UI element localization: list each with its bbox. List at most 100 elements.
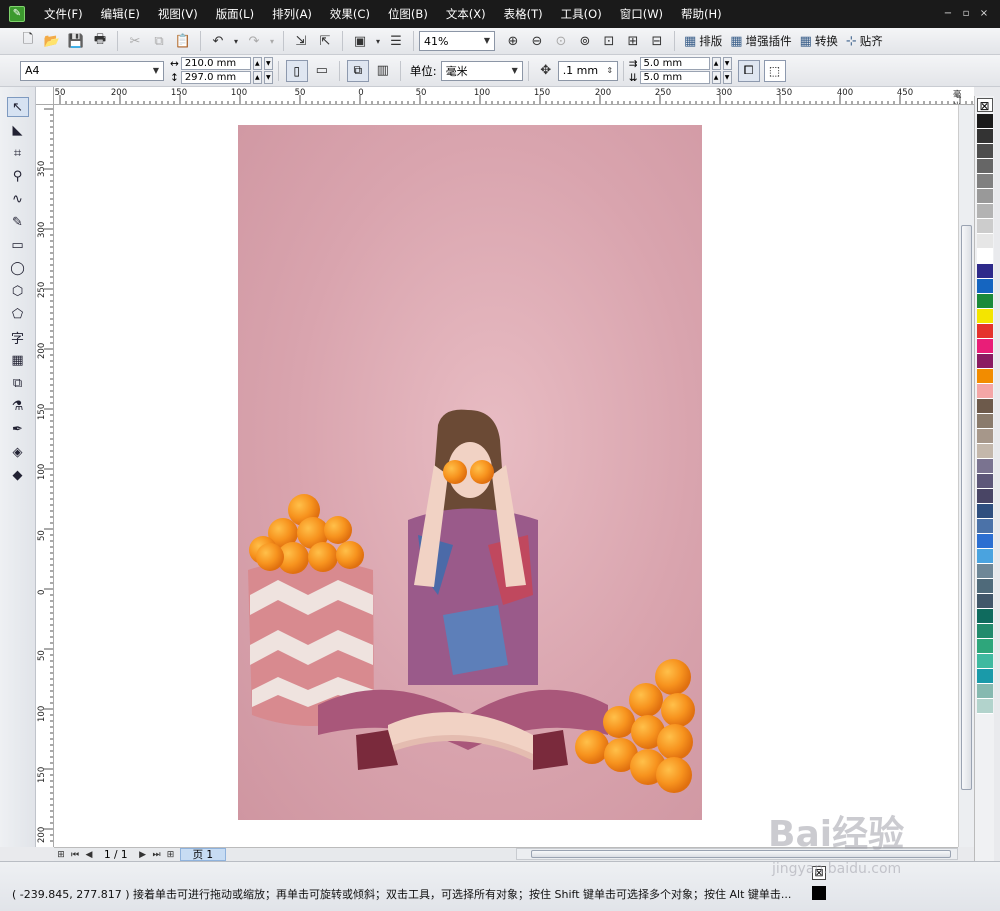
welcome-screen-icon[interactable]: ☰ xyxy=(385,30,407,52)
ruler-origin[interactable] xyxy=(36,87,54,105)
color-swatch[interactable] xyxy=(976,654,993,669)
color-swatch[interactable] xyxy=(976,354,993,369)
color-swatch[interactable] xyxy=(976,474,993,489)
color-swatch[interactable] xyxy=(976,309,993,324)
horizontal-ruler[interactable]: 50 200 150 100 50 0 50 100 150 200 250 3… xyxy=(54,87,974,105)
color-swatch[interactable] xyxy=(976,699,993,714)
color-swatch[interactable] xyxy=(976,324,993,339)
color-swatch[interactable] xyxy=(976,129,993,144)
zoom-in-icon[interactable]: ⊕ xyxy=(502,30,524,52)
no-color-swatch-icon[interactable]: ⊠ xyxy=(976,98,993,113)
zoom-width-icon[interactable]: ⊞ xyxy=(622,30,644,52)
vertical-scroll-thumb[interactable] xyxy=(961,225,972,790)
color-swatch[interactable] xyxy=(976,459,993,474)
color-swatch[interactable] xyxy=(976,249,993,264)
menu-file[interactable]: 文件(F) xyxy=(35,0,92,28)
menu-table[interactable]: 表格(T) xyxy=(495,0,552,28)
all-pages-icon[interactable]: ⧉ xyxy=(346,59,369,82)
zoom-tool-icon[interactable]: ⚲ xyxy=(7,166,29,186)
dup-x-stepper[interactable]: ▲ xyxy=(711,57,721,70)
height-stepper[interactable]: ▲ xyxy=(252,71,262,84)
zoom-level-select[interactable]: 41% ▼ xyxy=(419,31,495,51)
interactive-tool-icon[interactable]: ⧉ xyxy=(7,373,29,393)
redo-dropdown-icon[interactable]: ▾ xyxy=(267,30,277,52)
color-swatch[interactable] xyxy=(976,219,993,234)
color-swatch[interactable] xyxy=(976,414,993,429)
color-swatch[interactable] xyxy=(976,114,993,129)
add-page-after-icon[interactable]: ⊞ xyxy=(164,850,178,860)
menu-bitmaps[interactable]: 位图(B) xyxy=(379,0,437,28)
color-swatch[interactable] xyxy=(976,504,993,519)
color-swatch[interactable] xyxy=(976,579,993,594)
color-swatch[interactable] xyxy=(976,384,993,399)
launcher-dropdown-icon[interactable]: ▾ xyxy=(373,30,383,52)
new-document-icon[interactable]: 🗋 xyxy=(17,30,39,52)
zoom-out-icon[interactable]: ⊖ xyxy=(526,30,548,52)
layout-button[interactable]: ▦ 排版 xyxy=(684,33,722,49)
eyedropper-icon[interactable]: ⚗ xyxy=(7,396,29,416)
height-lock[interactable]: ▼ xyxy=(263,71,273,84)
minimize-button[interactable]: − xyxy=(942,8,954,20)
next-page-icon[interactable]: ▶ xyxy=(136,850,150,860)
color-swatch[interactable] xyxy=(976,549,993,564)
convert-button[interactable]: ▦ 转换 xyxy=(800,33,838,49)
color-swatch[interactable] xyxy=(976,534,993,549)
print-icon[interactable]: 🖶 xyxy=(89,30,111,52)
zoom-page-icon[interactable]: ⊡ xyxy=(598,30,620,52)
first-page-icon[interactable]: ⏮ xyxy=(68,850,82,860)
dup-y-stepper[interactable]: ▲ xyxy=(711,71,721,84)
color-swatch[interactable] xyxy=(976,204,993,219)
color-swatch[interactable] xyxy=(976,669,993,684)
width-lock[interactable]: ▼ xyxy=(263,57,273,70)
fill-bucket-icon[interactable]: ◈ xyxy=(7,442,29,462)
polygon-tool-icon[interactable]: ⬡ xyxy=(7,281,29,301)
placed-photo[interactable] xyxy=(238,125,702,820)
duplicate-y-input[interactable]: 5.0 mm xyxy=(639,71,710,84)
ellipse-tool-icon[interactable]: ◯ xyxy=(7,258,29,278)
vertical-ruler[interactable]: 350 300 250 200 150 100 50 0 50 100 150 … xyxy=(36,105,54,847)
menu-view[interactable]: 视图(V) xyxy=(149,0,207,28)
enhance-plugin-button[interactable]: ▦ 增强插件 xyxy=(730,33,791,49)
zoom-all-icon[interactable]: ⊚ xyxy=(574,30,596,52)
crop-tool-icon[interactable]: ⌗ xyxy=(7,143,29,163)
color-swatch[interactable] xyxy=(976,639,993,654)
application-launcher-icon[interactable]: ▣ xyxy=(349,30,371,52)
color-swatch[interactable] xyxy=(976,144,993,159)
save-icon[interactable]: 💾 xyxy=(65,30,87,52)
add-page-before-icon[interactable]: ⊞ xyxy=(54,850,68,860)
drawing-canvas[interactable] xyxy=(54,105,958,847)
undo-dropdown-icon[interactable]: ▾ xyxy=(231,30,241,52)
duplicate-x-input[interactable]: 5.0 mm xyxy=(639,57,710,70)
color-swatch[interactable] xyxy=(976,444,993,459)
zoom-height-icon[interactable]: ⊟ xyxy=(646,30,668,52)
portrait-icon[interactable]: ▯ xyxy=(285,59,308,82)
page-size-select[interactable]: A4 ▼ xyxy=(20,60,164,81)
menu-tools[interactable]: 工具(O) xyxy=(552,0,611,28)
vertical-scrollbar[interactable] xyxy=(958,105,974,847)
page-height-input[interactable]: 297.0 mm xyxy=(180,71,251,84)
undo-icon[interactable]: ↶ xyxy=(207,30,229,52)
nudge-stepper[interactable]: ⇕ xyxy=(603,62,617,80)
color-swatch[interactable] xyxy=(976,564,993,579)
selection-bounds-icon[interactable]: ⬚ xyxy=(763,59,786,82)
color-swatch[interactable] xyxy=(976,624,993,639)
outline-pen-icon[interactable]: ✒ xyxy=(7,419,29,439)
import-icon[interactable]: ⇲ xyxy=(290,30,312,52)
text-tool-icon[interactable]: 字 xyxy=(7,327,29,347)
restore-button[interactable]: ▫ xyxy=(960,8,972,20)
color-swatch[interactable] xyxy=(976,399,993,414)
open-folder-icon[interactable]: 📂 xyxy=(41,30,63,52)
color-swatch[interactable] xyxy=(976,189,993,204)
previous-page-icon[interactable]: ◀ xyxy=(82,850,96,860)
freehand-tool-icon[interactable]: ∿ xyxy=(7,189,29,209)
app-logo-icon[interactable]: ✎ xyxy=(9,6,25,22)
menu-help[interactable]: 帮助(H) xyxy=(672,0,731,28)
color-swatch[interactable] xyxy=(976,684,993,699)
color-swatch[interactable] xyxy=(976,489,993,504)
color-swatch[interactable] xyxy=(976,294,993,309)
dup-y-stepper-down[interactable]: ▼ xyxy=(722,71,732,84)
color-swatch[interactable] xyxy=(976,609,993,624)
paste-icon[interactable]: 📋 xyxy=(172,30,194,52)
outline-indicator[interactable] xyxy=(812,886,826,900)
color-swatch[interactable] xyxy=(976,174,993,189)
